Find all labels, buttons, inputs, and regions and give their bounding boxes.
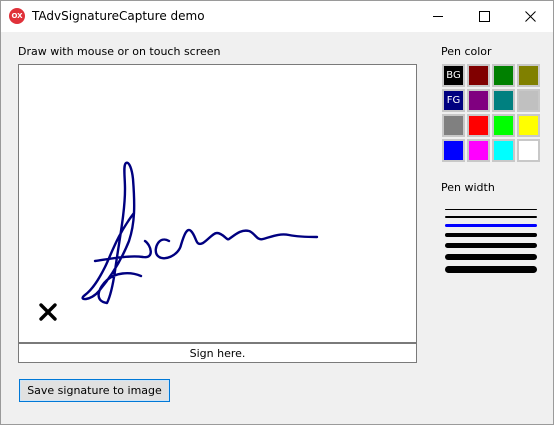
pen-width-option[interactable] (445, 266, 537, 273)
close-button[interactable] (507, 1, 553, 32)
color-swatch[interactable] (442, 114, 465, 137)
pen-width-option[interactable] (445, 243, 537, 248)
pen-width-option[interactable] (445, 209, 537, 210)
minimize-icon (433, 16, 443, 17)
color-swatch[interactable] (492, 64, 515, 87)
pen-width-label: Pen width (441, 181, 495, 194)
color-swatch[interactable] (442, 139, 465, 162)
pen-color-label: Pen color (441, 45, 492, 58)
color-swatch[interactable] (517, 114, 540, 137)
color-swatch[interactable] (467, 64, 490, 87)
swatch-label: FG (446, 95, 461, 106)
color-swatch[interactable] (492, 89, 515, 112)
color-swatch[interactable] (517, 64, 540, 87)
color-swatch[interactable] (517, 139, 540, 162)
color-swatch[interactable]: BG (442, 64, 465, 87)
color-swatch[interactable] (467, 89, 490, 112)
color-swatch[interactable] (467, 139, 490, 162)
sign-here-bar: Sign here. (18, 343, 417, 363)
app-icon: OX (9, 8, 25, 24)
swatch-label: BG (446, 70, 461, 81)
window-title: TAdvSignatureCapture demo (32, 9, 205, 23)
maximize-icon (479, 11, 490, 22)
maximize-button[interactable] (461, 1, 507, 32)
draw-instruction-label: Draw with mouse or on touch screen (18, 45, 221, 58)
clear-icon[interactable] (39, 303, 57, 321)
color-swatch[interactable] (492, 114, 515, 137)
close-icon (525, 11, 536, 22)
pen-width-option[interactable] (445, 233, 537, 237)
save-signature-button[interactable]: Save signature to image (19, 379, 170, 402)
signature-canvas[interactable] (18, 64, 417, 343)
title-bar[interactable]: OX TAdvSignatureCapture demo (1, 1, 553, 32)
pen-width-option[interactable] (445, 216, 537, 218)
pen-width-option[interactable] (445, 254, 537, 260)
pen-width-option[interactable] (445, 224, 537, 227)
sign-here-label: Sign here. (189, 347, 246, 360)
minimize-button[interactable] (415, 1, 461, 32)
app-window: OX TAdvSignatureCapture demo Draw with m… (0, 0, 554, 425)
signature-stroke (39, 161, 319, 321)
color-swatch[interactable] (467, 114, 490, 137)
color-swatch[interactable] (517, 89, 540, 112)
color-swatch[interactable]: FG (442, 89, 465, 112)
save-signature-label: Save signature to image (27, 384, 162, 397)
color-swatch[interactable] (492, 139, 515, 162)
app-icon-text: OX (11, 12, 23, 20)
